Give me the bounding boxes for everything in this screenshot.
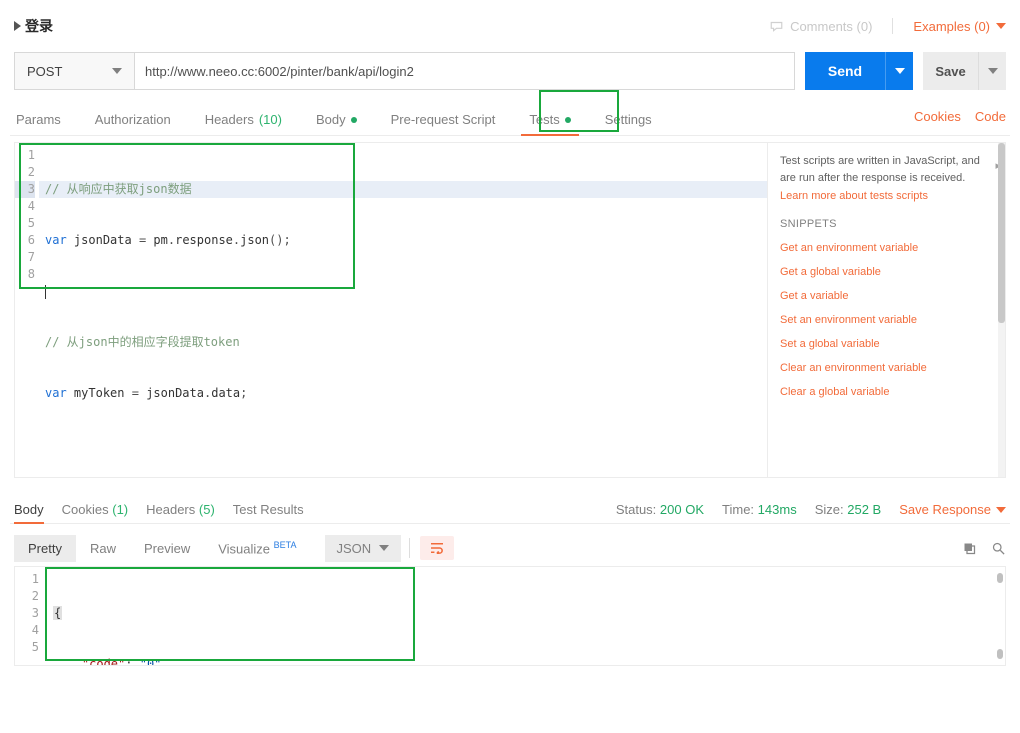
scrollbar-thumb[interactable]	[998, 143, 1005, 323]
linewrap-icon[interactable]	[420, 536, 454, 560]
cookies-link[interactable]: Cookies	[914, 109, 961, 124]
chevron-down-icon	[112, 68, 122, 74]
line-gutter: 1 2 3 4 5	[15, 567, 43, 656]
view-raw[interactable]: Raw	[76, 535, 130, 562]
tab-authorization[interactable]: Authorization	[93, 104, 173, 135]
request-title[interactable]: 登录	[14, 16, 53, 36]
header-actions: Comments (0) Examples (0)	[769, 18, 1006, 34]
tab-prerequest[interactable]: Pre-request Script	[389, 104, 498, 135]
view-preview[interactable]: Preview	[130, 535, 204, 562]
resp-tab-headers[interactable]: Headers (5)	[146, 496, 215, 523]
snippets-heading: SNIPPETS	[780, 218, 997, 230]
divider	[409, 538, 410, 558]
request-bar: POST http://www.neeo.cc:6002/pinter/bank…	[10, 46, 1010, 96]
url-value: http://www.neeo.cc:6002/pinter/bank/api/…	[145, 64, 414, 79]
scrollbar-thumb[interactable]	[997, 573, 1003, 583]
chevron-down-icon	[379, 545, 389, 551]
examples-dropdown[interactable]: Examples (0)	[913, 19, 1006, 34]
dot-icon	[351, 117, 357, 123]
examples-label: Examples (0)	[913, 19, 990, 34]
response-body-editor[interactable]: 1 2 3 4 5 { "code": "0", "message": "suc…	[14, 566, 1006, 666]
http-method-value: POST	[27, 64, 62, 79]
snippet-item[interactable]: Get an environment variable	[780, 242, 997, 254]
header: 登录 Comments (0) Examples (0)	[10, 10, 1010, 46]
comments-label: Comments (0)	[790, 19, 872, 34]
beta-badge: BETA	[274, 540, 297, 550]
comment-icon	[769, 19, 784, 33]
snippet-item[interactable]: Get a variable	[780, 290, 997, 302]
tab-settings[interactable]: Settings	[603, 104, 654, 135]
view-visualize[interactable]: Visualize BETA	[204, 534, 310, 562]
headers-count: (10)	[259, 112, 282, 127]
send-button[interactable]: Send	[805, 52, 885, 90]
save-dropdown[interactable]	[978, 52, 1006, 90]
size-meta: Size: 252 B	[815, 502, 882, 517]
response-tabs: Body Cookies (1) Headers (5) Test Result…	[10, 478, 1010, 524]
send-dropdown[interactable]	[885, 52, 913, 90]
response-viewmodes: Pretty Raw Preview Visualize BETA JSON	[10, 524, 1010, 566]
learn-more-link[interactable]: Learn more about tests scripts	[780, 190, 997, 202]
time-meta: Time: 143ms	[722, 502, 797, 517]
resp-tab-cookies[interactable]: Cookies (1)	[62, 496, 128, 523]
line-gutter: 1 2 3 4 5 6 7 8	[15, 143, 39, 283]
tab-tests[interactable]: Tests	[527, 104, 572, 135]
help-text: Test scripts are written in JavaScript, …	[780, 153, 997, 186]
send-label: Send	[828, 63, 862, 79]
format-select[interactable]: JSON	[325, 535, 402, 562]
code-content: // 从响应中获取json数据 var jsonData = pm.respon…	[39, 143, 767, 477]
snippet-item[interactable]: Set a global variable	[780, 338, 997, 350]
resp-tab-testresults[interactable]: Test Results	[233, 496, 304, 523]
copy-icon[interactable]	[962, 541, 977, 556]
status-meta: Status: 200 OK	[616, 502, 704, 517]
divider	[892, 18, 893, 34]
save-button[interactable]: Save	[923, 52, 978, 90]
dot-icon	[565, 117, 571, 123]
url-input[interactable]: http://www.neeo.cc:6002/pinter/bank/api/…	[134, 52, 795, 90]
snippets-panel: ▸ Test scripts are written in JavaScript…	[767, 143, 1005, 477]
code-editor[interactable]: 1 2 3 4 5 6 7 8 // 从响应中获取json数据 var json…	[15, 143, 767, 477]
chevron-down-icon	[988, 68, 998, 74]
chevron-down-icon	[996, 23, 1006, 29]
snippet-item[interactable]: Get a global variable	[780, 266, 997, 278]
view-pretty[interactable]: Pretty	[14, 535, 76, 562]
tab-params[interactable]: Params	[14, 104, 63, 135]
tabs-right-links: Cookies Code	[914, 109, 1006, 130]
snippet-item[interactable]: Clear a global variable	[780, 386, 997, 398]
search-icon[interactable]	[991, 541, 1006, 556]
request-tabs: Params Authorization Headers (10) Body P…	[10, 96, 1010, 136]
snippet-item[interactable]: Set an environment variable	[780, 314, 997, 326]
save-label: Save	[935, 64, 965, 79]
http-method-select[interactable]: POST	[14, 52, 134, 90]
tab-headers[interactable]: Headers (10)	[203, 104, 284, 135]
collapse-icon[interactable]	[14, 21, 21, 31]
resp-tab-body[interactable]: Body	[14, 496, 44, 523]
request-title-text: 登录	[25, 16, 53, 36]
tab-body[interactable]: Body	[314, 104, 359, 135]
chevron-down-icon	[996, 507, 1006, 513]
code-link[interactable]: Code	[975, 109, 1006, 124]
comments-button[interactable]: Comments (0)	[769, 19, 872, 34]
json-content: { "code": "0", "message": "success", "da…	[43, 567, 1005, 666]
scrollbar-thumb[interactable]	[997, 649, 1003, 659]
save-response-button[interactable]: Save Response	[899, 502, 1006, 517]
chevron-down-icon	[895, 68, 905, 74]
tests-editor-area: 1 2 3 4 5 6 7 8 // 从响应中获取json数据 var json…	[14, 142, 1006, 478]
snippet-item[interactable]: Clear an environment variable	[780, 362, 997, 374]
